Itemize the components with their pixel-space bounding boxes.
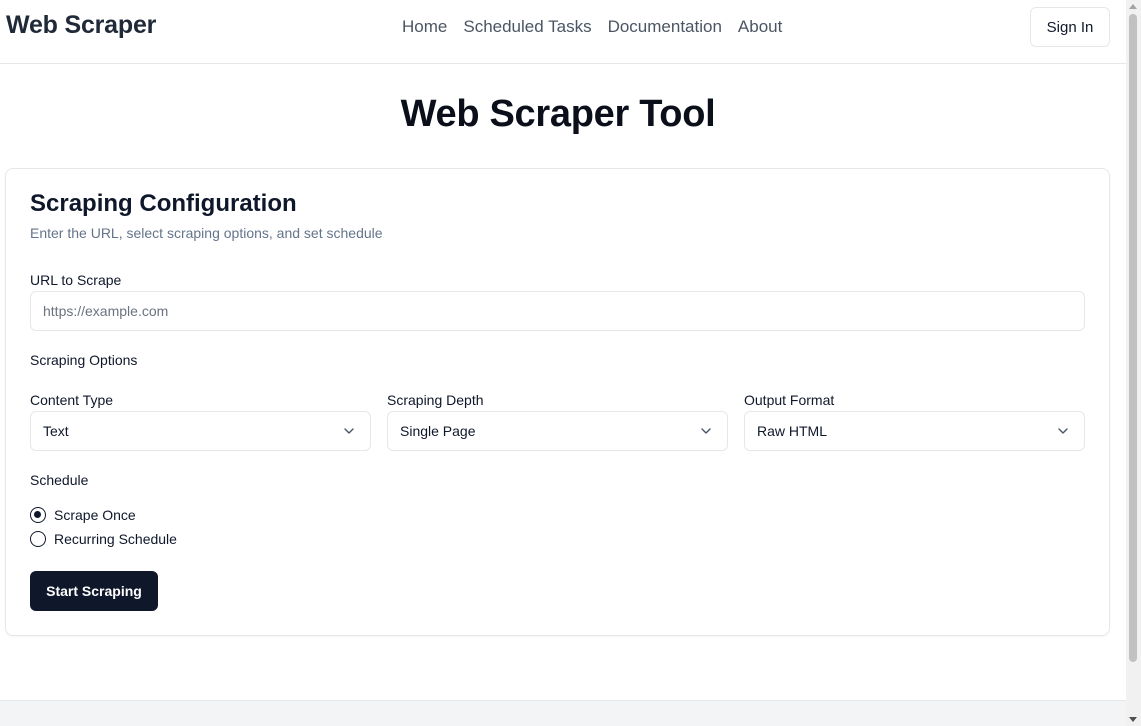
card-description: Enter the URL, select scraping options, … — [30, 225, 383, 241]
scraping-options-heading: Scraping Options — [30, 352, 138, 368]
url-label: URL to Scrape — [30, 272, 122, 288]
radio-recurring-schedule[interactable]: Recurring Schedule — [30, 531, 177, 547]
url-input[interactable] — [30, 291, 1085, 331]
scraping-config-card: Scraping Configuration Enter the URL, se… — [5, 168, 1110, 636]
radio-button-checked[interactable] — [30, 507, 46, 523]
sign-in-button[interactable]: Sign In — [1030, 7, 1110, 47]
output-format-label: Output Format — [744, 392, 835, 408]
page-title: Web Scraper Tool — [400, 93, 716, 135]
card-title: Scraping Configuration — [30, 190, 297, 217]
scroll-up-arrow-icon[interactable] — [1129, 4, 1137, 9]
vertical-scrollbar[interactable] — [1126, 0, 1141, 726]
nav-link-scheduled-tasks[interactable]: Scheduled Tasks — [463, 17, 591, 37]
nav-link-documentation[interactable]: Documentation — [608, 17, 722, 37]
top-navbar: Web Scraper Home Scheduled Tasks Documen… — [0, 0, 1126, 64]
brand-logo-text[interactable]: Web Scraper — [6, 11, 156, 40]
start-scraping-button[interactable]: Start Scraping — [30, 571, 158, 611]
scraping-depth-select[interactable]: Single Page — [387, 411, 728, 451]
output-format-select[interactable]: Raw HTML — [744, 411, 1085, 451]
content-type-value: Text — [43, 423, 69, 439]
scroll-down-arrow-icon[interactable] — [1129, 717, 1137, 722]
schedule-heading: Schedule — [30, 472, 89, 488]
radio-label-recurring-schedule: Recurring Schedule — [54, 531, 177, 547]
chevron-down-icon — [701, 428, 711, 434]
radio-scrape-once[interactable]: Scrape Once — [30, 507, 136, 523]
chevron-down-icon — [1058, 428, 1068, 434]
main-nav: Home Scheduled Tasks Documentation About — [402, 17, 782, 37]
chevron-down-icon — [344, 428, 354, 434]
radio-label-scrape-once: Scrape Once — [54, 507, 136, 523]
nav-link-home[interactable]: Home — [402, 17, 447, 37]
content-type-select[interactable]: Text — [30, 411, 371, 451]
scroll-thumb[interactable] — [1129, 14, 1137, 662]
page: Web Scraper Home Scheduled Tasks Documen… — [0, 0, 1126, 726]
footer-strip — [0, 700, 1126, 726]
radio-button-unchecked[interactable] — [30, 531, 46, 547]
content-type-label: Content Type — [30, 392, 114, 408]
output-format-value: Raw HTML — [757, 423, 828, 439]
scraping-depth-label: Scraping Depth — [387, 392, 484, 408]
nav-link-about[interactable]: About — [738, 17, 782, 37]
scraping-depth-value: Single Page — [400, 423, 476, 439]
